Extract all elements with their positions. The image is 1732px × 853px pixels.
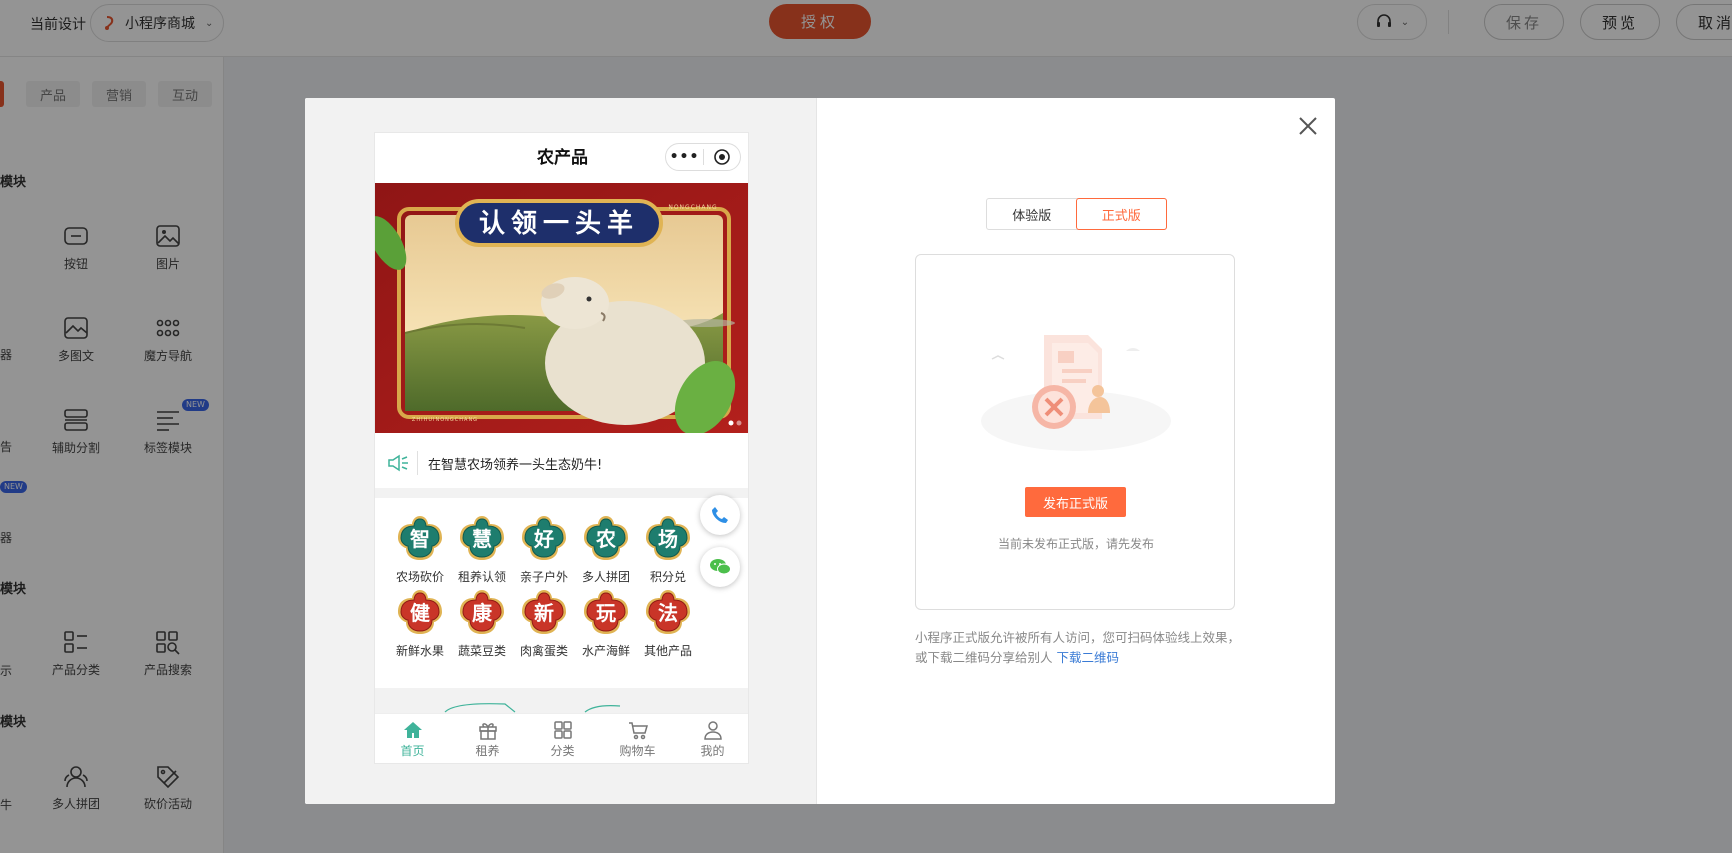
category-char: 健	[410, 601, 430, 625]
user-icon	[703, 721, 722, 740]
category-item[interactable]: 玩水产海鲜	[575, 588, 637, 659]
qr-code-panel: 发布正式版 当前未发布正式版，请先发布	[915, 254, 1235, 610]
miniapp-tabbar: 首页 租养 分类 购物车 我的	[375, 713, 748, 763]
category-char: 智	[410, 527, 430, 551]
banner-image: 认领一头羊 NONGCHANG ZHIHUINONGCHANG	[375, 183, 748, 433]
section-gap	[375, 488, 748, 498]
promo-banner[interactable]: 认领一头羊 NONGCHANG ZHIHUINONGCHANG	[375, 183, 748, 433]
tab-home[interactable]: 首页	[375, 714, 450, 763]
unpublished-status: 当前未发布正式版，请先发布	[997, 537, 1154, 551]
publish-release-button[interactable]: 发布正式版	[1025, 487, 1126, 517]
tab-mine[interactable]: 我的	[675, 714, 748, 763]
version-switch: 体验版 正式版	[986, 198, 1167, 230]
tab-label: 购物车	[619, 744, 656, 758]
banner-headline: 认领一头羊	[479, 208, 639, 239]
category-char: 法	[658, 601, 678, 625]
category-badge-icon: 农	[584, 516, 628, 560]
download-qr-link[interactable]: 下载二维码	[1057, 650, 1120, 665]
category-item[interactable]: 农多人拼团	[575, 514, 637, 585]
phone-preview: 农产品 ••• 认领一头羊 NONGCHANG ZHIHUINONGCHANG …	[374, 132, 749, 764]
category-badge-icon: 新	[522, 590, 566, 634]
category-label: 其他产品	[643, 644, 692, 658]
category-badge-icon: 场	[646, 516, 690, 560]
section-gap	[375, 688, 748, 713]
category-item[interactable]: 慧租养认领	[451, 514, 513, 585]
category-badge-icon: 法	[646, 590, 690, 634]
next-section-peek	[444, 703, 621, 713]
tab-adopt[interactable]: 租养	[450, 714, 525, 763]
category-char: 玩	[596, 601, 616, 625]
category-label: 水产海鲜	[581, 644, 630, 658]
empty-state-illustration	[981, 335, 1171, 451]
category-item[interactable]: 好亲子户外	[513, 514, 575, 585]
category-label: 多人拼团	[581, 570, 630, 584]
tab-cart[interactable]: 购物车	[600, 714, 675, 763]
category-item[interactable]: 健新鲜水果	[389, 588, 451, 659]
banner-brand-top: NONGCHANG	[668, 204, 717, 211]
category-label: 租养认领	[457, 570, 506, 584]
more-dots-icon[interactable]: •••	[666, 149, 703, 165]
category-label: 新鲜水果	[395, 644, 444, 658]
category-char: 场	[658, 527, 678, 551]
category-grid: 智农场砍价慧租养认领好亲子户外农多人拼团场积分兑健新鲜水果康蔬菜豆类新肉禽蛋类玩…	[375, 498, 748, 682]
category-badge-icon: 玩	[584, 590, 628, 634]
category-label: 蔬菜豆类	[457, 644, 506, 658]
speaker-icon	[388, 454, 408, 472]
category-char: 好	[533, 527, 554, 551]
cart-icon	[628, 722, 648, 740]
category-badge-icon: 慧	[460, 516, 504, 560]
category-label: 肉禽蛋类	[519, 644, 568, 658]
category-label: 积分兑	[649, 570, 686, 584]
tab-trial-version[interactable]: 体验版	[987, 199, 1077, 229]
home-icon	[403, 722, 422, 738]
category-item[interactable]: 场积分兑	[637, 514, 699, 585]
release-description: 小程序正式版允许被所有人访问，您可扫码体验线上效果，或下载二维码分享给别人 下载…	[915, 628, 1241, 668]
category-badge-icon: 健	[398, 590, 442, 634]
category-item[interactable]: 康蔬菜豆类	[451, 588, 513, 659]
phone-call-button[interactable]	[700, 495, 740, 535]
category-badge-icon: 好	[522, 516, 566, 560]
category-badge-icon: 康	[460, 590, 504, 634]
category-char: 康	[472, 601, 493, 625]
category-item[interactable]: 法其他产品	[637, 588, 699, 659]
category-item[interactable]: 智农场砍价	[389, 514, 451, 585]
notice-text: 在智慧农场领养一头生态奶牛!	[428, 457, 603, 473]
notice-divider	[417, 451, 418, 475]
phone-icon	[712, 507, 728, 523]
tab-label: 租养	[475, 744, 500, 758]
gift-icon	[478, 723, 497, 740]
category-char: 新	[534, 601, 554, 625]
phone-preview-pane: 农产品 ••• 认领一头羊 NONGCHANG ZHIHUINONGCHANG …	[305, 98, 817, 804]
banner-brand-bottom: ZHIHUINONGCHANG	[412, 417, 478, 423]
tab-label: 分类	[550, 744, 575, 758]
category-char: 农	[595, 527, 616, 551]
category-badge-icon: 智	[398, 516, 442, 560]
category-label: 农场砍价	[395, 570, 444, 584]
close-icon[interactable]	[1294, 112, 1322, 140]
publish-modal: 农产品 ••• 认领一头羊 NONGCHANG ZHIHUINONGCHANG …	[305, 98, 1335, 804]
close-miniapp-icon[interactable]	[704, 148, 740, 166]
tab-label: 我的	[700, 744, 725, 758]
category-item[interactable]: 新肉禽蛋类	[513, 588, 575, 659]
tab-label: 首页	[400, 744, 425, 758]
category-char: 慧	[472, 527, 492, 551]
category-label: 亲子户外	[519, 570, 568, 584]
notice-bar[interactable]: 在智慧农场领养一头生态奶牛!	[375, 443, 748, 483]
wechat-button[interactable]	[700, 547, 740, 587]
category-grid-icon	[553, 721, 572, 739]
miniapp-capsule: •••	[665, 143, 741, 171]
tab-release-version[interactable]: 正式版	[1075, 198, 1167, 230]
tab-category[interactable]: 分类	[525, 714, 600, 763]
wechat-icon	[710, 559, 731, 575]
